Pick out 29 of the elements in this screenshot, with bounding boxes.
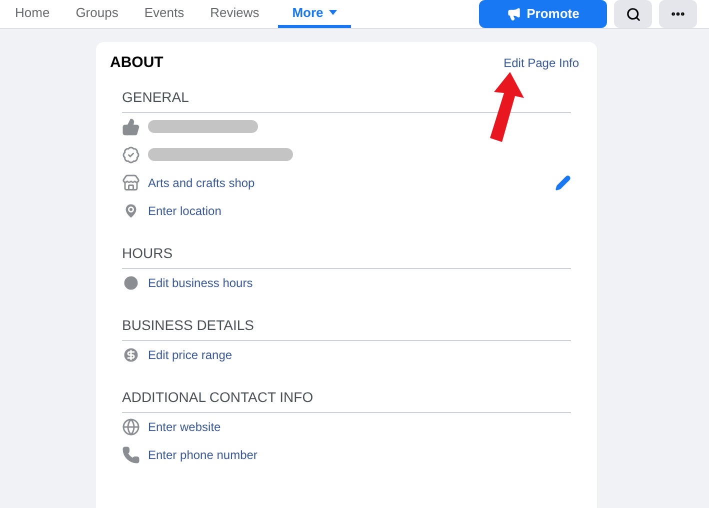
globe-icon bbox=[122, 418, 140, 436]
section-heading: GENERAL bbox=[122, 86, 571, 112]
search-button[interactable] bbox=[614, 0, 652, 28]
thumbs-up-icon bbox=[122, 118, 140, 136]
search-icon bbox=[626, 6, 640, 22]
info-link[interactable]: Edit price range bbox=[148, 346, 232, 364]
section-heading: BUSINESS DETAILS bbox=[122, 314, 571, 340]
info-link[interactable]: Enter website bbox=[148, 418, 221, 436]
info-link[interactable]: Arts and crafts shop bbox=[148, 174, 255, 192]
nav-tab[interactable]: Home bbox=[8, 0, 57, 28]
nav-tab[interactable]: Events bbox=[137, 0, 192, 28]
section-heading: ADDITIONAL CONTACT INFO bbox=[122, 386, 571, 412]
pencil-icon[interactable] bbox=[555, 174, 571, 190]
dollar-icon bbox=[122, 346, 140, 364]
megaphone-icon bbox=[506, 7, 521, 21]
more-options-button[interactable] bbox=[659, 0, 697, 28]
edit-page-info-link[interactable]: Edit Page Info bbox=[504, 54, 583, 72]
info-link[interactable]: Enter phone number bbox=[148, 446, 258, 464]
section-heading: HOURS bbox=[122, 242, 571, 268]
promote-button[interactable]: Promote bbox=[479, 0, 607, 28]
check-badge-icon bbox=[122, 146, 140, 164]
info-link[interactable]: Enter location bbox=[148, 202, 222, 220]
about-title: ABOUT bbox=[110, 53, 164, 73]
info-link[interactable]: Edit business hours bbox=[148, 274, 253, 292]
nav-tab[interactable]: Reviews bbox=[203, 0, 266, 28]
storefront-icon bbox=[122, 174, 140, 192]
phone-icon bbox=[122, 446, 140, 464]
nav-tab[interactable]: More bbox=[278, 0, 352, 28]
nav-tab[interactable]: Groups bbox=[68, 0, 126, 28]
